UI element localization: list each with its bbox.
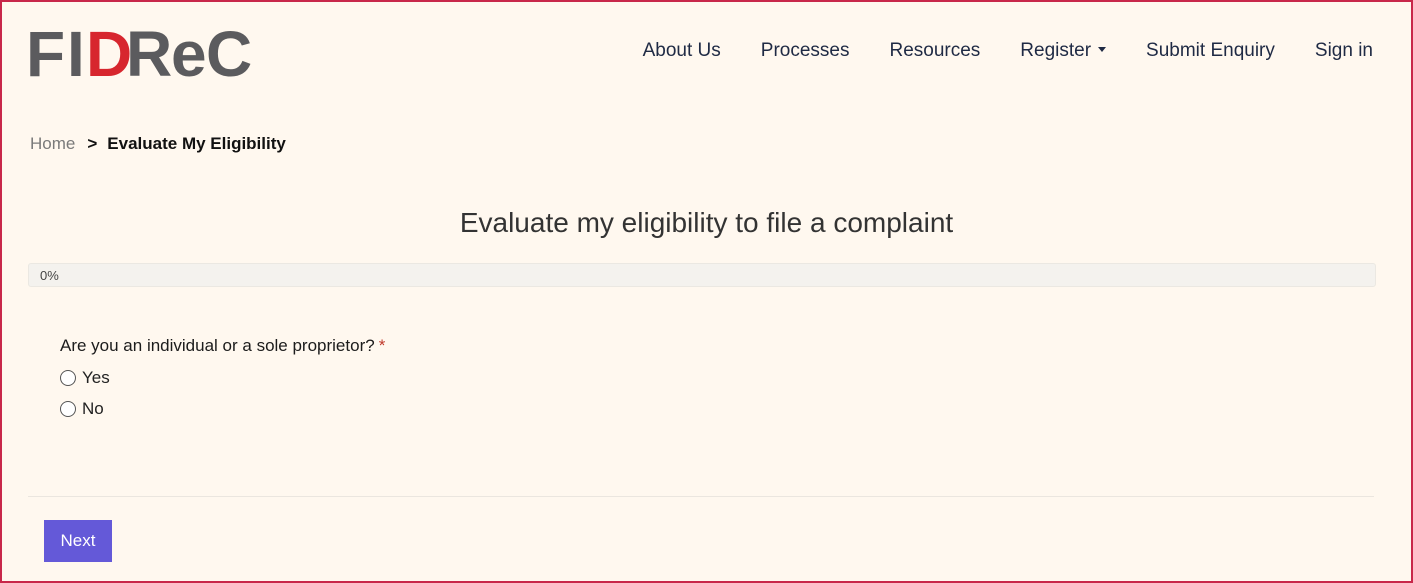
radio-yes[interactable] — [60, 370, 76, 386]
svg-text:C: C — [206, 20, 252, 90]
option-no-label: No — [82, 399, 104, 418]
svg-text:e: e — [171, 20, 207, 90]
nav-processes[interactable]: Processes — [761, 40, 850, 62]
svg-text:F: F — [26, 20, 65, 90]
question-label: Are you an individual or a sole propriet… — [60, 336, 385, 356]
page-title: Evaluate my eligibility to file a compla… — [459, 207, 954, 238]
nav-about-us[interactable]: About Us — [643, 40, 721, 62]
nav-resources[interactable]: Resources — [889, 40, 980, 62]
question-text: Are you an individual or a sole propriet… — [60, 336, 375, 355]
nav-submit-enquiry[interactable]: Submit Enquiry — [1146, 40, 1275, 62]
caret-down-icon — [1098, 47, 1107, 53]
breadcrumb-current: Evaluate My Eligibility — [107, 134, 286, 153]
progress-label: 0% — [40, 268, 59, 283]
breadcrumb: Home > Evaluate My Eligibility — [30, 134, 286, 154]
nav-sign-in[interactable]: Sign in — [1315, 40, 1373, 62]
svg-text:R: R — [126, 20, 172, 90]
required-marker: * — [378, 336, 386, 355]
option-yes[interactable]: Yes — [60, 368, 110, 388]
breadcrumb-separator: > — [87, 134, 98, 153]
nav-register-label: Register — [1020, 40, 1092, 61]
nav-register-dropdown[interactable]: Register — [1020, 40, 1107, 62]
option-yes-label: Yes — [82, 368, 110, 387]
radio-no[interactable] — [60, 401, 76, 417]
progress-bar: 0% — [28, 263, 1376, 287]
next-button[interactable]: Next — [44, 520, 112, 562]
breadcrumb-home-link[interactable]: Home — [30, 134, 75, 154]
fidrec-logo[interactable]: F I D R e C — [26, 20, 256, 90]
option-no[interactable]: No — [60, 399, 104, 419]
divider — [28, 496, 1374, 497]
page-frame: F I D R e C About Us Processes Resources… — [0, 0, 1413, 583]
svg-text:I: I — [67, 20, 85, 90]
main-nav: About Us Processes Resources Register Su… — [643, 40, 1373, 62]
